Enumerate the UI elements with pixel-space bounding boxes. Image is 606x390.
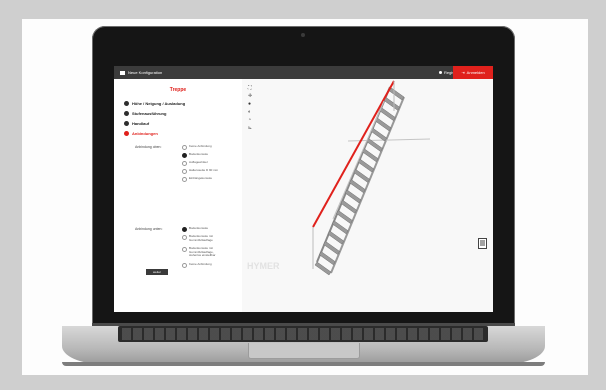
radio-icon [182, 235, 187, 240]
top-option[interactable]: Halterosette D 90 mm [182, 168, 222, 174]
document-icon[interactable] [478, 238, 487, 249]
laptop-trackpad [248, 343, 360, 359]
top-option[interactable]: Bodenkonsole [182, 152, 222, 158]
stair-tread [327, 230, 345, 245]
login-icon: ⇥ [461, 70, 465, 75]
stair-tread [323, 241, 340, 255]
window-title: Neue Konfiguration [128, 70, 163, 75]
radio-icon [182, 227, 187, 232]
bottom-option[interactable]: Bodenkonsole [182, 226, 222, 232]
radio-icon [182, 145, 187, 150]
step-number-icon [124, 101, 129, 106]
login-button[interactable]: ⇥ Anmelden [453, 66, 493, 79]
next-button[interactable]: weiter [146, 269, 168, 275]
top-option[interactable]: Einhängekonsole [182, 176, 222, 182]
stair-tread [344, 189, 362, 204]
camera-icon [301, 33, 305, 37]
top-connection-label: Anbindung oben: [135, 145, 162, 149]
bottom-option[interactable]: Bodenkonsole mit Gummifußauflage [182, 234, 222, 242]
photo-frame: Neue Konfiguration Registrieren ⇥ Anmeld… [0, 0, 606, 390]
bottom-connection-label: Anbindung unten: [135, 227, 163, 231]
stair-tread [357, 158, 375, 173]
stair-tread [374, 117, 392, 132]
folder-icon [120, 70, 125, 75]
radio-icon [182, 169, 187, 174]
hymer-watermark: HYMER [247, 262, 280, 271]
stair-tread [340, 199, 358, 214]
step-label: Höhe / Neigung / Ausladung [132, 101, 186, 106]
stair-tread [383, 96, 401, 111]
step-number-icon [124, 111, 129, 116]
step-treads[interactable]: Stufenausführung [124, 111, 166, 116]
stair-viewer[interactable] [242, 79, 493, 312]
stair-tread [353, 168, 370, 183]
radio-icon [182, 263, 187, 268]
zoom-icon[interactable]: ● [248, 100, 256, 108]
step-connections[interactable]: Anbindungen [124, 131, 158, 136]
top-option[interactable]: Keine Anbindung [182, 144, 222, 150]
stair-tread [349, 179, 366, 194]
config-panel: Treppe Höhe / Neigung / Ausladung Stufen… [114, 79, 242, 312]
step-height[interactable]: Höhe / Neigung / Ausladung [124, 101, 185, 106]
new-config-link[interactable]: Neue Konfiguration [120, 70, 162, 75]
step-label: Handlauf [132, 121, 150, 126]
top-option[interactable]: Auflagewinkel [182, 160, 222, 166]
stair-tread [361, 148, 379, 163]
stair-tread [379, 107, 396, 121]
top-bar: Neue Konfiguration Registrieren ⇥ Anmeld… [114, 66, 493, 79]
user-icon [439, 71, 442, 74]
rotate-icon[interactable]: ◐ [248, 108, 256, 116]
stair-tread [314, 261, 332, 276]
step-number-icon [124, 131, 129, 136]
pan-icon[interactable]: ✛ [248, 92, 256, 100]
viewer-toolbar: ⛶ ✛ ● ◐ ◔ ⊾ [248, 84, 256, 132]
stair-tread [336, 210, 353, 224]
laptop-lid: Neue Konfiguration Registrieren ⇥ Anmeld… [92, 26, 515, 328]
bottom-option[interactable]: Keine Anbindung [182, 262, 222, 268]
stair-tread [318, 251, 336, 266]
stair-tread [331, 220, 349, 235]
radio-icon [182, 161, 187, 166]
fullscreen-icon[interactable]: ⛶ [248, 84, 256, 92]
step-label: Stufenausführung [132, 111, 167, 116]
measure-icon[interactable]: ⊾ [248, 124, 256, 132]
stair-render [312, 80, 431, 276]
radio-icon [182, 247, 187, 252]
step-handrail[interactable]: Handlauf [124, 121, 149, 126]
laptop-keyboard [118, 326, 488, 342]
login-label: Anmelden [466, 70, 485, 75]
radio-icon [182, 177, 187, 182]
stair-treads [314, 86, 405, 276]
radio-icon [182, 153, 187, 158]
panel-heading: Treppe [169, 87, 187, 93]
step-number-icon [124, 121, 129, 126]
app-screen: Neue Konfiguration Registrieren ⇥ Anmeld… [114, 66, 493, 312]
step-label: Anbindungen [132, 131, 158, 136]
stair-tread [370, 127, 388, 142]
reset-icon[interactable]: ◔ [248, 116, 256, 124]
bottom-option[interactable]: Bodenkonsole mit Gummifußauflage, stufen… [182, 246, 222, 258]
laptop-foot [62, 362, 545, 366]
stair-stringers [316, 86, 431, 274]
